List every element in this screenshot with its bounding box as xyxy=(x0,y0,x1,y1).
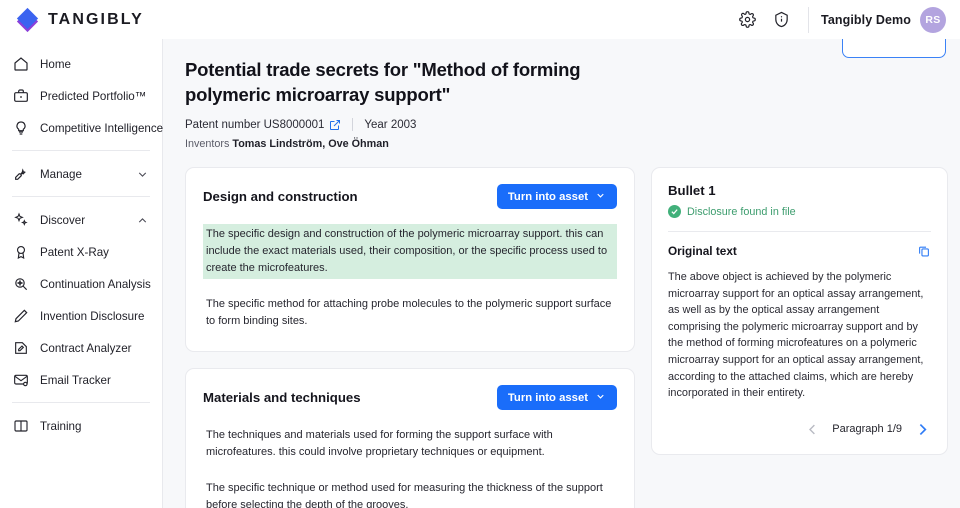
app-root: TANGIBLY Tangibly Demo RS Home Predicted… xyxy=(0,0,960,508)
info-shield-icon[interactable] xyxy=(764,3,798,37)
chevron-down-icon[interactable] xyxy=(136,168,149,181)
turn-into-asset-button[interactable]: Turn into asset xyxy=(496,184,617,209)
sidebar-item-manage[interactable]: Manage xyxy=(0,158,162,190)
bullet-panel: Bullet 1 Disclosure found in file Origin… xyxy=(651,167,948,455)
chevron-down-icon xyxy=(595,391,606,405)
book-open-icon xyxy=(12,418,29,435)
copy-icon[interactable] xyxy=(917,244,931,258)
status-text: Disclosure found in file xyxy=(687,205,796,218)
chevron-up-icon[interactable] xyxy=(136,214,149,227)
lightbulb-icon xyxy=(12,120,29,137)
chevron-down-icon xyxy=(595,190,606,204)
briefcase-icon xyxy=(12,88,29,105)
card-title: Design and construction xyxy=(203,189,358,204)
turn-into-asset-button[interactable]: Turn into asset xyxy=(496,385,617,410)
inventors-label: Inventors xyxy=(185,138,230,150)
sidebar-label: Manage xyxy=(40,167,82,181)
brand-name: TANGIBLY xyxy=(48,10,144,28)
sidebar-item-predicted-portfolio[interactable]: Predicted Portfolio™ xyxy=(0,80,162,112)
button-label: Turn into asset xyxy=(507,190,588,203)
sidebar-item-invention-disclosure[interactable]: Invention Disclosure xyxy=(0,300,162,332)
patent-meta: Patent number US8000001 Year 2003 xyxy=(185,118,938,131)
award-badge-icon xyxy=(12,244,29,261)
sidebar-item-contract-analyzer[interactable]: Contract Analyzer xyxy=(0,332,162,364)
patent-year: Year 2003 xyxy=(364,118,417,131)
inventors-row: Inventors Tomas Lindström, Ove Öhman xyxy=(185,138,938,150)
trade-secret-item[interactable]: The techniques and materials used for fo… xyxy=(203,425,617,463)
content-columns: Design and construction Turn into asset … xyxy=(163,150,960,508)
main-content: Potential trade secrets for "Method of f… xyxy=(163,39,960,508)
status-badge: Disclosure found in file xyxy=(668,205,931,218)
gear-icon[interactable] xyxy=(730,3,764,37)
home-icon xyxy=(12,56,29,73)
header-actions: Tangibly Demo RS xyxy=(730,3,960,37)
chevron-right-icon[interactable] xyxy=(914,421,931,438)
pager-label: Paragraph 1/9 xyxy=(832,423,902,436)
original-text-header: Original text xyxy=(668,244,931,258)
sidebar-label: Patent X-Ray xyxy=(40,245,109,259)
section-label: Original text xyxy=(668,244,737,258)
sidebar-divider xyxy=(12,402,150,403)
sidebar-label: Discover xyxy=(40,213,86,227)
inventors-value: Tomas Lindström, Ove Öhman xyxy=(232,138,389,150)
trade-secret-item[interactable]: The specific technique or method used fo… xyxy=(203,478,617,508)
page-header: Potential trade secrets for "Method of f… xyxy=(163,39,960,150)
sidebar-item-email-tracker[interactable]: Email Tracker xyxy=(0,364,162,396)
sidebar-divider xyxy=(12,196,150,197)
sidebar: Home Predicted Portfolio™ Competitive In… xyxy=(0,39,163,508)
card-header: Design and construction Turn into asset xyxy=(203,184,617,209)
paragraph-pager: Paragraph 1/9 xyxy=(668,421,931,438)
sidebar-item-competitive-intelligence[interactable]: Competitive Intelligence xyxy=(0,112,164,144)
meta-divider xyxy=(352,118,354,131)
check-circle-icon xyxy=(668,205,681,218)
sidebar-item-continuation-analysis[interactable]: Continuation Analysis xyxy=(0,268,162,300)
trade-secret-item[interactable]: The specific method for attaching probe … xyxy=(203,294,617,332)
patent-number: Patent number US8000001 xyxy=(185,118,325,131)
avatar[interactable]: RS xyxy=(920,6,946,33)
trade-secret-card: Materials and techniques Turn into asset… xyxy=(185,368,635,508)
trade-secret-card: Design and construction Turn into asset … xyxy=(185,167,635,352)
sidebar-label: Training xyxy=(40,419,82,433)
header-divider xyxy=(808,6,810,33)
sidebar-label: Predicted Portfolio™ xyxy=(40,89,147,103)
sidebar-item-training[interactable]: Training xyxy=(0,410,162,442)
trade-secrets-column: Design and construction Turn into asset … xyxy=(185,167,635,508)
sidebar-label: Continuation Analysis xyxy=(40,277,151,291)
original-text-body: The above object is achieved by the poly… xyxy=(668,271,924,400)
brand-logo[interactable]: TANGIBLY xyxy=(0,7,163,32)
panel-divider xyxy=(668,231,931,232)
sidebar-label: Contract Analyzer xyxy=(40,341,132,355)
sidebar-label: Home xyxy=(40,57,71,71)
external-link-icon[interactable] xyxy=(329,119,341,131)
org-name: Tangibly Demo xyxy=(821,12,911,27)
scrolled-action-button[interactable] xyxy=(842,39,946,58)
magnifier-sparkle-icon xyxy=(12,276,29,293)
bullet-title: Bullet 1 xyxy=(668,183,716,198)
wrench-icon xyxy=(12,166,29,183)
pencil-icon xyxy=(12,308,29,325)
button-label: Turn into asset xyxy=(507,391,588,404)
top-header: TANGIBLY Tangibly Demo RS xyxy=(0,0,960,39)
sidebar-item-home[interactable]: Home xyxy=(0,48,162,80)
sidebar-item-patent-x-ray[interactable]: Patent X-Ray xyxy=(0,236,162,268)
trade-secret-item[interactable]: The specific design and construction of … xyxy=(203,224,617,279)
sidebar-divider xyxy=(12,150,150,151)
document-edit-icon xyxy=(12,340,29,357)
sidebar-label: Invention Disclosure xyxy=(40,309,145,323)
card-title: Materials and techniques xyxy=(203,390,361,405)
page-title: Potential trade secrets for "Method of f… xyxy=(185,59,581,105)
bullet-detail-column: Bullet 1 Disclosure found in file Origin… xyxy=(651,167,948,508)
sidebar-item-discover[interactable]: Discover xyxy=(0,204,162,236)
sparkle-icon xyxy=(12,212,29,229)
tangibly-diamond-icon xyxy=(16,7,39,32)
envelope-gear-icon xyxy=(12,372,29,389)
sidebar-label: Email Tracker xyxy=(40,373,111,387)
card-header: Materials and techniques Turn into asset xyxy=(203,385,617,410)
sidebar-label: Competitive Intelligence xyxy=(40,121,164,135)
chevron-left-icon[interactable] xyxy=(805,422,820,437)
